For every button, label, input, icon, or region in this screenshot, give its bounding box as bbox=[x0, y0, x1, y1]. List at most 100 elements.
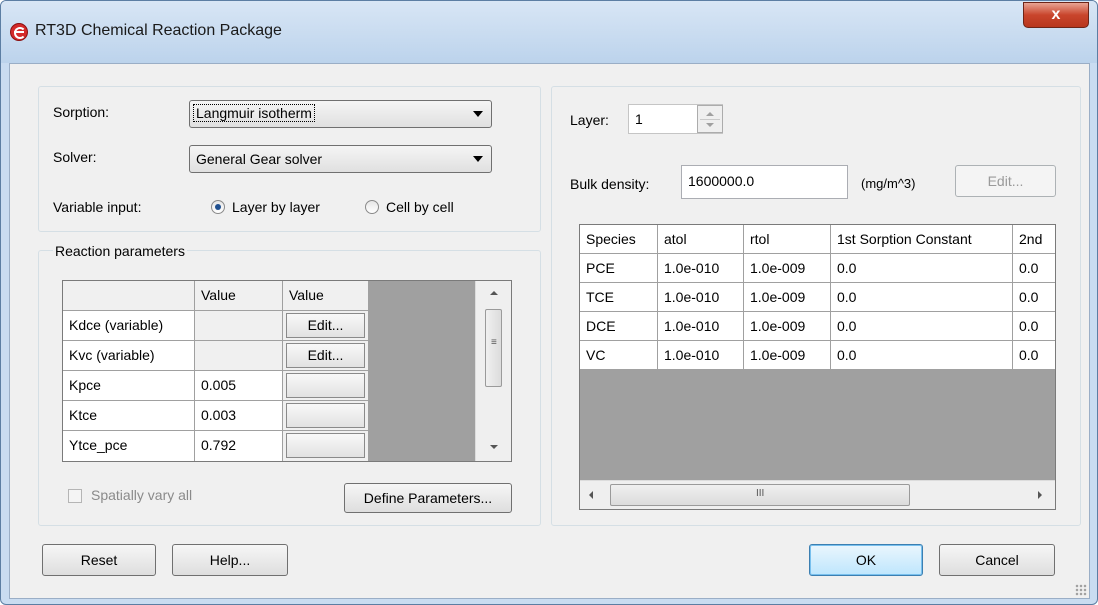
species-cell[interactable]: 0.0 bbox=[831, 254, 1013, 283]
solver-value: General Gear solver bbox=[196, 151, 323, 167]
scroll-right-icon[interactable] bbox=[1038, 491, 1042, 499]
reset-button[interactable]: Reset bbox=[42, 544, 156, 576]
species-header: rtol bbox=[744, 225, 831, 254]
bulk-density-input[interactable]: 1600000.0 bbox=[681, 165, 848, 199]
grid-header-name bbox=[63, 281, 195, 311]
dialog-window: RT3D Chemical Reaction Package x Sorptio… bbox=[0, 0, 1098, 605]
resize-grip-icon[interactable] bbox=[1075, 584, 1087, 596]
bulk-density-label: Bulk density: bbox=[570, 176, 650, 192]
param-edit-button[interactable] bbox=[286, 433, 365, 458]
species-cell[interactable]: 0.0 bbox=[1013, 254, 1055, 283]
param-name: Kdce (variable) bbox=[63, 311, 195, 341]
species-cell[interactable]: 0.0 bbox=[1013, 312, 1055, 341]
grid-header-value-2: Value bbox=[283, 281, 369, 311]
param-edit-cell bbox=[283, 431, 369, 461]
species-header: 1st Sorption Constant bbox=[831, 225, 1013, 254]
species-cell[interactable]: 1.0e-010 bbox=[658, 254, 744, 283]
sorption-label: Sorption: bbox=[53, 104, 110, 120]
param-edit-button[interactable]: Edit... bbox=[286, 313, 365, 338]
species-cell[interactable]: 1.0e-009 bbox=[744, 312, 831, 341]
param-edit-button[interactable]: Edit... bbox=[286, 343, 365, 368]
bulk-density-value: 1600000.0 bbox=[688, 173, 755, 189]
reaction-parameters-group: Reaction parameters Value Value Kdce (va… bbox=[38, 243, 541, 526]
param-value-input[interactable]: 0.792 bbox=[195, 431, 283, 461]
cancel-button[interactable]: Cancel bbox=[939, 544, 1055, 576]
param-name: Kvc (variable) bbox=[63, 341, 195, 371]
species-cell[interactable]: 1.0e-010 bbox=[658, 341, 744, 370]
species-cell[interactable]: 0.0 bbox=[1013, 341, 1055, 370]
sorption-solver-group: Sorption: Langmuir isotherm Solver: Gene… bbox=[38, 86, 541, 232]
spatially-vary-checkbox[interactable] bbox=[68, 489, 82, 503]
species-cell[interactable]: 1.0e-010 bbox=[658, 312, 744, 341]
chevron-down-icon bbox=[473, 156, 483, 162]
radio-layer-by-layer[interactable] bbox=[211, 200, 225, 214]
grip-icon: ≡ bbox=[491, 337, 497, 348]
grip-icon: III bbox=[756, 488, 765, 499]
param-edit-cell bbox=[283, 401, 369, 431]
layer-properties-group: Layer: 1 Bulk density: 1600000.0 (mg/m^3… bbox=[551, 86, 1081, 526]
chevron-down-icon bbox=[473, 111, 483, 117]
radio-layer-by-layer-label: Layer by layer bbox=[232, 199, 320, 215]
define-parameters-button[interactable]: Define Parameters... bbox=[344, 483, 512, 513]
spin-down-icon[interactable] bbox=[706, 123, 714, 127]
species-cell[interactable]: 1.0e-009 bbox=[744, 283, 831, 312]
spin-up-icon[interactable] bbox=[706, 112, 714, 116]
species-cell[interactable]: 0.0 bbox=[831, 341, 1013, 370]
reaction-parameters-grid: Value Value Kdce (variable) Edit... Kvc … bbox=[62, 280, 512, 462]
param-edit-cell: Edit... bbox=[283, 341, 369, 371]
param-edit-button[interactable] bbox=[286, 373, 365, 398]
ok-button[interactable]: OK bbox=[809, 544, 923, 576]
species-cell: PCE bbox=[580, 254, 658, 283]
bulk-density-unit: (mg/m^3) bbox=[861, 176, 916, 191]
radio-cell-by-cell-label: Cell by cell bbox=[386, 199, 454, 215]
param-value-input[interactable]: 0.005 bbox=[195, 371, 283, 401]
species-cell[interactable]: 1.0e-009 bbox=[744, 341, 831, 370]
param-edit-cell: Edit... bbox=[283, 311, 369, 341]
species-header: Species bbox=[580, 225, 658, 254]
species-cell[interactable]: 1.0e-009 bbox=[744, 254, 831, 283]
species-cell: VC bbox=[580, 341, 658, 370]
param-edit-cell bbox=[283, 371, 369, 401]
window-title: RT3D Chemical Reaction Package bbox=[35, 22, 282, 39]
param-value bbox=[195, 341, 283, 371]
sorption-dropdown[interactable]: Langmuir isotherm bbox=[189, 100, 492, 128]
species-grid: Species atol rtol 1st Sorption Constant … bbox=[579, 224, 1056, 510]
close-button[interactable]: x bbox=[1023, 2, 1089, 28]
solver-dropdown[interactable]: General Gear solver bbox=[189, 145, 492, 173]
species-cell[interactable]: 1.0e-010 bbox=[658, 283, 744, 312]
param-value-input[interactable]: 0.003 bbox=[195, 401, 283, 431]
app-icon bbox=[10, 23, 28, 41]
scroll-thumb[interactable] bbox=[485, 309, 502, 387]
scroll-up-icon[interactable] bbox=[490, 291, 498, 295]
dialog-body: Sorption: Langmuir isotherm Solver: Gene… bbox=[9, 63, 1090, 599]
species-cell[interactable]: 0.0 bbox=[831, 283, 1013, 312]
scroll-down-icon[interactable] bbox=[490, 445, 498, 449]
species-header: atol bbox=[658, 225, 744, 254]
layer-spinner[interactable] bbox=[697, 105, 723, 133]
sorption-value: Langmuir isotherm bbox=[193, 104, 315, 122]
species-cell: DCE bbox=[580, 312, 658, 341]
species-cell[interactable]: 0.0 bbox=[831, 312, 1013, 341]
solver-label: Solver: bbox=[53, 149, 97, 165]
grid-header-value: Value bbox=[195, 281, 283, 311]
title-bar: RT3D Chemical Reaction Package x bbox=[1, 1, 1097, 63]
bulk-density-edit-button[interactable]: Edit... bbox=[955, 165, 1056, 197]
spatially-vary-label: Spatially vary all bbox=[91, 487, 193, 503]
param-name: Ktce bbox=[63, 401, 195, 431]
reaction-parameters-title: Reaction parameters bbox=[53, 243, 187, 259]
layer-label: Layer: bbox=[570, 112, 609, 128]
variable-input-label: Variable input: bbox=[53, 199, 142, 215]
radio-cell-by-cell[interactable] bbox=[365, 200, 379, 214]
help-button[interactable]: Help... bbox=[172, 544, 288, 576]
species-cell[interactable]: 0.0 bbox=[1013, 283, 1055, 312]
species-grid-hscroll[interactable]: III bbox=[580, 480, 1055, 509]
param-grid-vscroll[interactable]: ≡ bbox=[475, 281, 511, 461]
layer-value: 1 bbox=[635, 111, 643, 127]
param-value bbox=[195, 311, 283, 341]
param-name: Kpce bbox=[63, 371, 195, 401]
param-name: Ytce_pce bbox=[63, 431, 195, 461]
param-edit-button[interactable] bbox=[286, 403, 365, 428]
species-cell: TCE bbox=[580, 283, 658, 312]
species-header: 2nd bbox=[1013, 225, 1055, 254]
scroll-left-icon[interactable] bbox=[589, 491, 593, 499]
